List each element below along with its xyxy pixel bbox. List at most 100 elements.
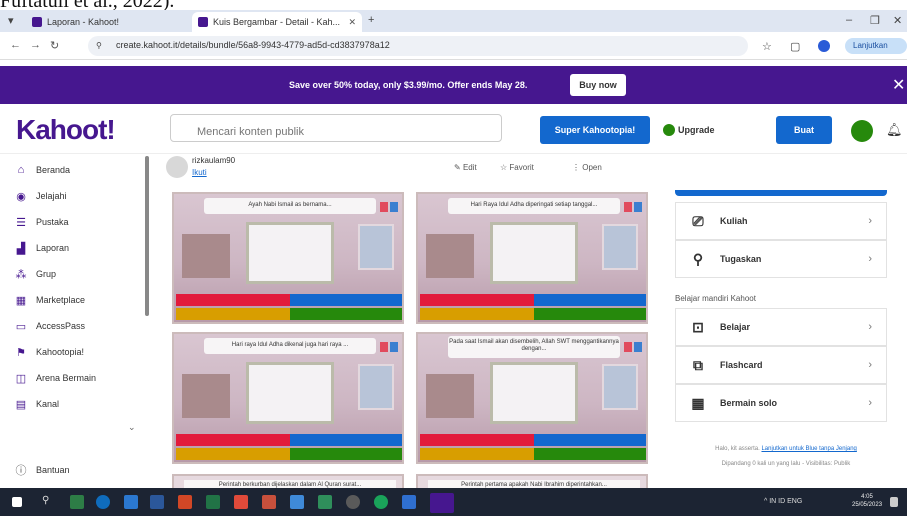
answer-yellow xyxy=(176,448,290,460)
buy-now-button[interactable]: Buy now xyxy=(570,74,626,96)
flashcard-option[interactable]: ⧉ Flashcard › xyxy=(675,346,887,384)
lecture-option[interactable]: ⎚ Kuliah › xyxy=(675,202,887,240)
maximize-icon[interactable]: ❐ xyxy=(870,14,880,27)
answer-blue xyxy=(534,434,646,446)
excel-icon[interactable] xyxy=(206,495,220,509)
back-icon[interactable]: ← xyxy=(10,39,21,51)
bookmark-star-icon[interactable]: ☆ xyxy=(762,40,772,53)
channel-icon: ▤ xyxy=(15,398,27,411)
answer-yellow xyxy=(420,308,534,320)
flashcard-icon: ⧉ xyxy=(693,356,703,373)
question-card[interactable]: Ayah Nabi Ismail as bernama... xyxy=(172,192,404,324)
kahoot-taskbar-icon[interactable] xyxy=(430,493,454,513)
close-icon[interactable]: ✕ xyxy=(892,75,905,95)
kahoot-favicon-icon xyxy=(32,17,42,27)
extensions-icon[interactable]: ▢ xyxy=(790,40,800,53)
taskview-icon[interactable] xyxy=(70,495,84,509)
edit-button[interactable]: ✎ Edit xyxy=(454,163,477,172)
sidebar-item-arena[interactable]: ◫ Arena Bermain xyxy=(14,368,96,388)
answer-yellow xyxy=(176,308,290,320)
window-close-icon[interactable]: ✕ xyxy=(893,14,902,27)
window-image xyxy=(602,364,638,410)
create-button[interactable]: Buat xyxy=(776,116,832,144)
answer-red xyxy=(176,434,290,446)
app-icon[interactable] xyxy=(234,495,248,509)
lecture-icon: ⎚ xyxy=(692,212,704,229)
powerpoint-icon[interactable] xyxy=(178,495,192,509)
url-field[interactable]: create.kahoot.it/details/bundle/56a8-994… xyxy=(88,36,748,56)
windows-taskbar: ⚲ ^ IN ID ENG 4:05 25/05/2023 xyxy=(0,488,907,516)
sidebar-item-accesspass[interactable]: ▭ AccessPass xyxy=(14,316,85,336)
browser-profile-icon[interactable] xyxy=(818,40,830,52)
library-icon: ☰ xyxy=(16,216,26,229)
sidebar-item-pustaka[interactable]: ☰ Pustaka xyxy=(14,212,68,232)
shelf-image xyxy=(426,234,474,278)
tab-title: Laporan - Kahoot! xyxy=(47,17,120,27)
sidebar-item-kahootopia[interactable]: ⚑ Kahootopia! xyxy=(14,342,84,362)
favorite-button[interactable]: ☆ Favorit xyxy=(500,163,534,172)
search-input[interactable] xyxy=(170,114,502,142)
tab-kuis-bergambar[interactable]: Kuis Bergambar - Detail - Kah... ✕ xyxy=(192,12,362,32)
tab-close-icon[interactable]: ✕ xyxy=(348,17,356,28)
system-tray[interactable]: ^ IN ID ENG xyxy=(764,498,802,505)
owner-avatar[interactable] xyxy=(166,156,188,178)
reload-icon[interactable]: ↻ xyxy=(50,39,59,52)
browser-tab-strip: ▾ Laporan - Kahoot! ✕ Kuis Bergambar - D… xyxy=(0,10,907,32)
search-icon[interactable]: ⚲ xyxy=(42,495,56,509)
photos-icon[interactable] xyxy=(262,495,276,509)
solo-play-option[interactable]: ▦ Bermain solo › xyxy=(675,384,887,422)
resume-button[interactable]: Lanjutkan xyxy=(845,38,907,54)
window-image xyxy=(358,224,394,270)
open-button[interactable]: ⋮ Open xyxy=(572,163,602,172)
play-button-edge[interactable] xyxy=(675,190,887,196)
edge-icon[interactable] xyxy=(96,495,110,509)
answer-red xyxy=(420,294,534,306)
footer-link[interactable]: Lanjutkan untuk Blue tanpa Jenjang xyxy=(761,446,856,452)
new-tab-button[interactable]: + xyxy=(368,14,374,26)
shelf-image xyxy=(426,374,474,418)
super-kahootopia-button[interactable]: Super Kahootopia! xyxy=(540,116,650,144)
chevron-right-icon: › xyxy=(868,253,872,265)
answer-green xyxy=(290,448,402,460)
sidebar-item-bantuan[interactable]: ⓘ Bantuan xyxy=(14,460,70,480)
minimize-icon[interactable]: – xyxy=(846,14,852,26)
kahoot-header: Kahoot! ⚲ Super Kahootopia! Upgrade Buat… xyxy=(0,104,907,154)
kahoot-detail-main: rizkaulam90 Ikuti ✎ Edit ☆ Favorit ⋮ Ope… xyxy=(158,154,658,496)
sidebar-item-kanal[interactable]: ▤ Kanal xyxy=(14,394,59,414)
tab-laporan[interactable]: Laporan - Kahoot! ✕ xyxy=(26,12,212,32)
mail-icon[interactable] xyxy=(290,495,304,509)
teams-icon[interactable] xyxy=(402,495,416,509)
settings-icon[interactable] xyxy=(346,495,360,509)
bell-icon[interactable]: 🔔︎ xyxy=(886,122,903,138)
tab-list-icon[interactable]: ▾ xyxy=(8,14,14,27)
forward-icon[interactable]: → xyxy=(30,39,41,51)
sidebar-scrollbar[interactable] xyxy=(145,156,149,316)
question-card[interactable]: Pada saat Ismail akan disembelih, Allah … xyxy=(416,332,648,464)
sidebar-item-marketplace[interactable]: ▦ Marketplace xyxy=(14,290,85,310)
learn-option[interactable]: ⊡ Belajar › xyxy=(675,308,887,346)
file-explorer-icon[interactable] xyxy=(124,495,138,509)
whiteboard-image xyxy=(490,362,578,424)
site-info-icon[interactable]: ⚲ xyxy=(96,41,102,50)
sidebar-item-beranda[interactable]: ⌂ Beranda xyxy=(14,160,70,180)
sidebar-item-grup[interactable]: ⁂ Grup xyxy=(14,264,57,284)
question-title: Ayah Nabi Ismail as bernama... xyxy=(204,198,376,214)
assign-option[interactable]: ⚲ Tugaskan › xyxy=(675,240,887,278)
owner-name[interactable]: rizkaulam90 xyxy=(192,156,235,165)
start-icon[interactable] xyxy=(12,497,22,507)
chevron-down-icon[interactable]: ⌄ xyxy=(128,422,136,433)
user-avatar-icon[interactable] xyxy=(851,120,873,142)
kahoot-logo[interactable]: Kahoot! xyxy=(16,114,116,146)
chrome-icon[interactable] xyxy=(374,495,388,509)
follow-link[interactable]: Ikuti xyxy=(192,168,207,177)
store-icon[interactable] xyxy=(318,495,332,509)
word-icon[interactable] xyxy=(150,495,164,509)
url-text: create.kahoot.it/details/bundle/56a8-994… xyxy=(116,40,390,50)
sidebar-item-laporan[interactable]: ▟ Laporan xyxy=(14,238,69,258)
question-card[interactable]: Hari Raya Idul Adha diperingati setiap t… xyxy=(416,192,648,324)
clock[interactable]: 4:05 25/05/2023 xyxy=(852,493,882,509)
question-card[interactable]: Hari raya Idul Adha dikenal juga hari ra… xyxy=(172,332,404,464)
shelf-image xyxy=(182,374,230,418)
sidebar-item-jelajahi[interactable]: ◉ Jelajahi xyxy=(14,186,66,206)
notification-icon[interactable] xyxy=(890,497,898,507)
